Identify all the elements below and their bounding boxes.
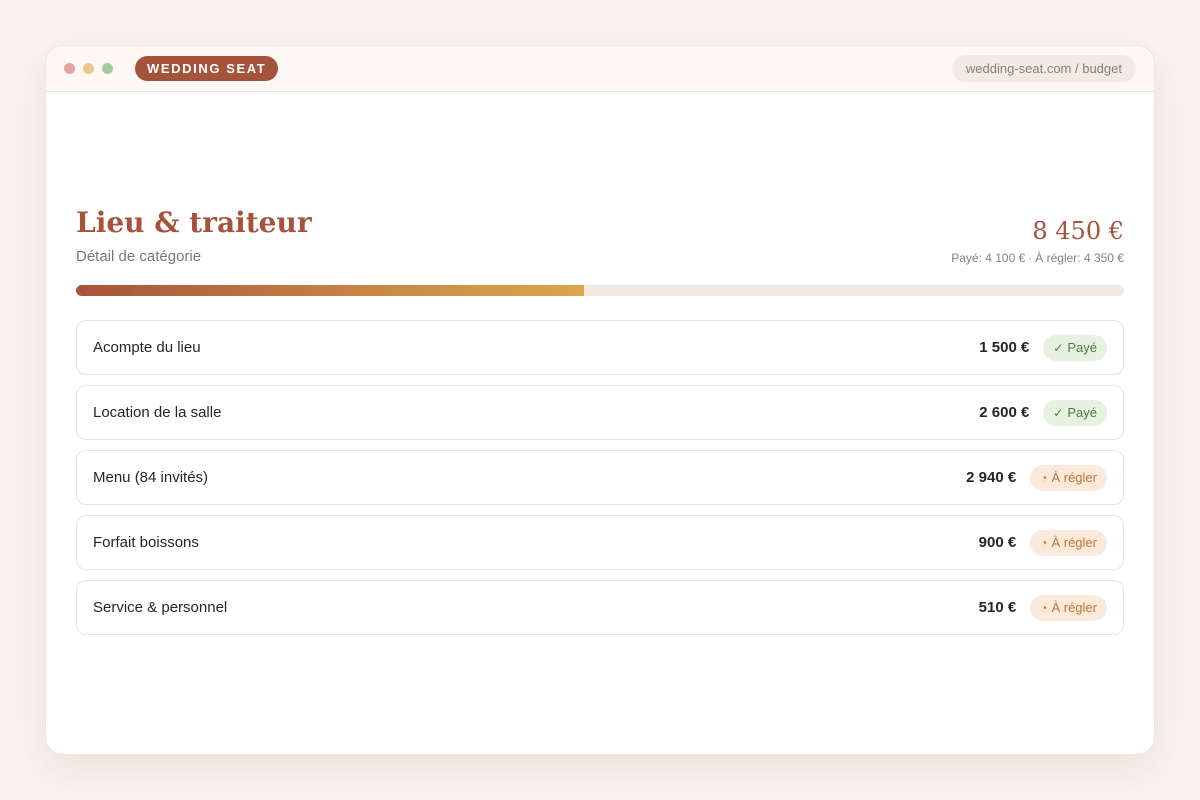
status-badge[interactable]: ◔ À régler [1030, 594, 1107, 621]
expense-row[interactable]: Service & personnel 510 € ◔ À régler [76, 580, 1124, 635]
expense-label: Service & personnel [93, 599, 228, 616]
payment-summary: Payé: 4 100 € · À régler: 4 350 € [951, 251, 1124, 265]
expense-label: Acompte du lieu [93, 339, 201, 356]
status-badge[interactable]: ✓ Payé [1043, 334, 1107, 361]
expense-row[interactable]: Acompte du lieu 1 500 € ✓ Payé [76, 320, 1124, 375]
summary-separator: · [1028, 251, 1033, 265]
status-label: À régler [1051, 600, 1097, 615]
status-badge[interactable]: ◔ À régler [1030, 464, 1107, 491]
clock-icon: ◔ [1040, 470, 1048, 485]
expense-row[interactable]: Menu (84 invités) 2 940 € ◔ À régler [76, 450, 1124, 505]
category-heading: Lieu & traiteur Détail de catégorie [76, 206, 312, 265]
expense-label: Location de la salle [93, 404, 222, 421]
expense-row[interactable]: Location de la salle 2 600 € ✓ Payé [76, 385, 1124, 440]
payment-progress-bar [76, 285, 1124, 296]
brand-badge[interactable]: WEDDING SEAT [135, 56, 279, 81]
clock-icon: ◔ [1040, 600, 1048, 615]
url-bar[interactable]: wedding-seat.com / budget [951, 55, 1136, 82]
expense-amount: 2 940 € [966, 469, 1017, 486]
category-detail: Lieu & traiteur Détail de catégorie 8 45… [76, 206, 1124, 635]
clock-icon: ◔ [1040, 535, 1048, 550]
minimize-window-dot[interactable] [83, 63, 94, 74]
status-label: Payé [1067, 340, 1097, 355]
status-label: Payé [1067, 405, 1097, 420]
expense-row[interactable]: Forfait boissons 900 € ◔ À régler [76, 515, 1124, 570]
category-total: 8 450 € Payé: 4 100 € · À régler: 4 350 € [951, 217, 1124, 265]
paid-summary: Payé: 4 100 € [951, 251, 1026, 265]
window-controls [64, 63, 113, 74]
total-amount: 8 450 € [1032, 217, 1124, 245]
check-icon: ✓ [1053, 405, 1064, 420]
check-icon: ✓ [1053, 340, 1064, 355]
expense-list: Acompte du lieu 1 500 € ✓ Payé Location de l… [76, 320, 1124, 635]
close-window-dot[interactable] [64, 63, 75, 74]
payment-progress-fill [76, 285, 585, 296]
status-label: À régler [1051, 470, 1097, 485]
status-label: À régler [1051, 535, 1097, 550]
page-subtitle: Détail de catégorie [76, 248, 202, 265]
expense-amount: 1 500 € [979, 339, 1030, 356]
status-badge[interactable]: ◔ À régler [1030, 529, 1107, 556]
status-badge[interactable]: ✓ Payé [1043, 399, 1107, 426]
category-header: Lieu & traiteur Détail de catégorie 8 45… [76, 206, 1124, 265]
expense-label: Menu (84 invités) [93, 469, 209, 486]
expense-amount: 900 € [978, 534, 1017, 551]
window-titlebar: WEDDING SEAT wedding-seat.com / budget [46, 46, 1154, 92]
due-summary: À régler: 4 350 € [1035, 251, 1124, 265]
maximize-window-dot[interactable] [102, 63, 113, 74]
expense-amount: 2 600 € [979, 404, 1030, 421]
expense-amount: 510 € [978, 599, 1017, 616]
page-title: Lieu & traiteur [76, 206, 312, 239]
expense-label: Forfait boissons [93, 534, 199, 551]
browser-window: WEDDING SEAT wedding-seat.com / budget L… [45, 45, 1155, 755]
